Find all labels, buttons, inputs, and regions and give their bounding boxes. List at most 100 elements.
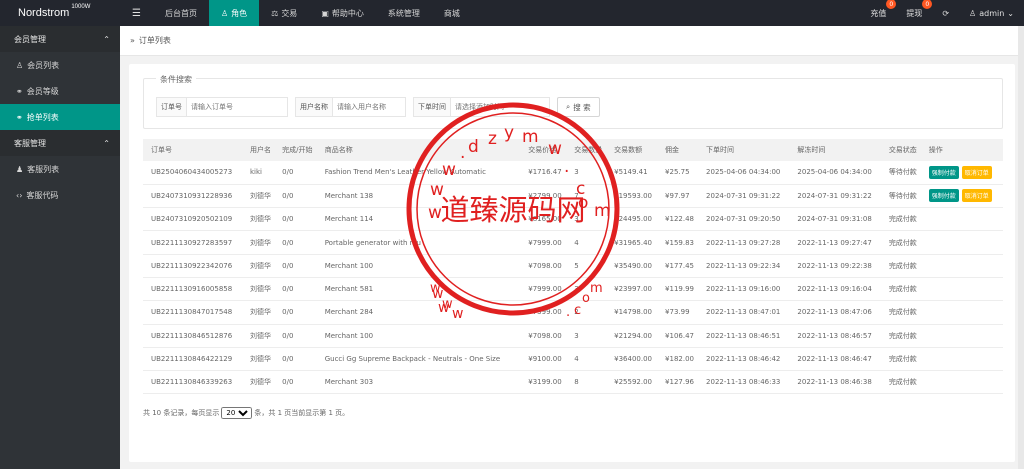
top-right-tools: 充值 0 提现 0 ⟳ ♙ admin ⌄ bbox=[860, 0, 1024, 26]
sidebar-item-order-list[interactable]: ⚭ 抢单列表 bbox=[0, 104, 120, 130]
table-cell: 2022-11-13 08:47:06 bbox=[789, 300, 881, 325]
table-cell: 2 bbox=[566, 300, 607, 325]
sidebar-group-members[interactable]: 会员管理 ⌃ bbox=[0, 26, 120, 52]
order-number-field: 订单号 bbox=[156, 97, 288, 117]
table-cell-actions bbox=[920, 254, 1003, 278]
sidebar-item-member-level[interactable]: ⚭ 会员等级 bbox=[0, 78, 120, 104]
sidebar-item-service-list[interactable]: ♟ 客服列表 bbox=[0, 156, 120, 182]
cancel-order-button[interactable]: 取消订单 bbox=[961, 165, 992, 179]
search-legend: 条件搜索 bbox=[156, 74, 196, 85]
table-cell: 3 bbox=[566, 161, 607, 185]
withdraw-link[interactable]: 提现 0 bbox=[896, 0, 933, 26]
table-cell: 0/0 bbox=[274, 324, 317, 348]
column-header: 下单时间 bbox=[698, 139, 790, 161]
brand-logo[interactable]: Nordstrom 1000W bbox=[0, 0, 120, 26]
help-icon: ▣ bbox=[321, 8, 329, 18]
order-number-input[interactable] bbox=[187, 98, 287, 116]
table-cell: 等待付款 bbox=[880, 161, 921, 185]
table-cell: 2022-11-13 08:46:38 bbox=[789, 370, 881, 395]
table-cell: Merchant 303 bbox=[316, 370, 521, 395]
search-fields: 订单号 用户名称 下单时间 ⌕搜 索 bbox=[156, 97, 600, 117]
table-cell: 2022-11-13 08:46:51 bbox=[698, 324, 790, 348]
table-row: UB2211130846422129 刘德华 0/0 Gucci Gg Supreme… bbox=[143, 347, 1003, 372]
table-cell: 2024-07-31 09:31:22 bbox=[789, 184, 881, 209]
force-pay-button[interactable]: 强制付款 bbox=[928, 189, 959, 203]
table-cell: 完成付款 bbox=[880, 370, 921, 395]
nav-mall[interactable]: 商城 bbox=[432, 0, 472, 26]
table-cell: Merchant 581 bbox=[316, 277, 521, 302]
link-icon: ⚭ bbox=[16, 86, 23, 96]
table-cell: 完成付款 bbox=[880, 300, 921, 325]
table-cell: 刘德华 bbox=[241, 230, 275, 255]
table-cell: 3 bbox=[566, 324, 607, 348]
table-row: UB2211130927283597 刘德华 0/0 Portable generat… bbox=[143, 230, 1003, 255]
top-nav: 后台首页 ♙ 角色 ⚖ 交易 ▣ 帮助中心 系统管理 商城 bbox=[153, 0, 472, 26]
table-cell: 完成付款 bbox=[880, 347, 921, 372]
table-cell: 2022-11-13 08:46:42 bbox=[698, 347, 790, 372]
table-cell: ¥25592.00 bbox=[606, 370, 658, 395]
cancel-order-button[interactable]: 取消订单 bbox=[961, 189, 992, 203]
column-header: 操作 bbox=[920, 139, 1003, 161]
table-cell: 刘德华 bbox=[241, 300, 275, 325]
table-cell: 刘德华 bbox=[241, 184, 275, 209]
table-cell: 2022-11-13 09:22:38 bbox=[789, 254, 881, 278]
table-cell-actions bbox=[920, 277, 1003, 302]
table-cell: 完成付款 bbox=[880, 230, 921, 255]
table-cell: ¥2799.00 bbox=[520, 184, 567, 209]
nav-system[interactable]: 系统管理 bbox=[376, 0, 432, 26]
scrollbar[interactable] bbox=[1018, 26, 1024, 469]
table-cell: ¥97.97 bbox=[657, 184, 699, 209]
table-cell: Merchant 100 bbox=[316, 254, 521, 278]
table-cell-actions: 强制付款 取消订单 bbox=[920, 184, 1003, 209]
table-cell: ¥182.00 bbox=[657, 347, 699, 372]
table-cell: ¥7999.00 bbox=[520, 230, 567, 255]
table-cell: UB2407310931228936 bbox=[143, 184, 242, 209]
nav-home[interactable]: 后台首页 bbox=[153, 0, 209, 26]
double-chevron-icon: » bbox=[130, 36, 135, 45]
table-body: UB2504060434005273 kiki 0/0 Fashion Trend M… bbox=[143, 161, 1003, 395]
table-cell: Merchant 138 bbox=[316, 184, 521, 209]
table-cell: 刘德华 bbox=[241, 324, 275, 348]
table-cell: 2022-11-13 09:22:34 bbox=[698, 254, 790, 278]
force-pay-button[interactable]: 强制付款 bbox=[928, 165, 959, 179]
nav-role[interactable]: ♙ 角色 bbox=[208, 0, 260, 26]
brand-name: Nordstrom bbox=[18, 7, 70, 19]
table-cell: UB2211130846339263 bbox=[143, 370, 242, 395]
table-cell-actions bbox=[920, 370, 1003, 395]
order-card: 条件搜索 订单号 用户名称 下单时间 ⌕搜 索 订单号用户名完成/开始商品名称交… bbox=[129, 64, 1015, 462]
user-menu[interactable]: ♙ admin ⌄ bbox=[959, 0, 1024, 26]
search-button[interactable]: ⌕ 搜 索 bbox=[557, 97, 600, 117]
chevron-up-icon: ⌃ bbox=[103, 34, 110, 44]
table-cell: 完成付款 bbox=[880, 207, 921, 232]
order-time-input[interactable] bbox=[451, 98, 549, 116]
username-input[interactable] bbox=[333, 98, 405, 116]
table-cell: ¥36400.00 bbox=[606, 347, 658, 372]
table-cell: 8 bbox=[566, 370, 607, 395]
sidebar-item-member-list[interactable]: ♙ 会员列表 bbox=[0, 52, 120, 78]
table-cell: ¥7999.00 bbox=[520, 277, 567, 302]
nav-help[interactable]: ▣ 帮助中心 bbox=[309, 0, 376, 26]
table-cell: Gucci Gg Supreme Backpack - Neutrals - O… bbox=[316, 347, 521, 372]
table-cell: Merchant 114 bbox=[316, 207, 521, 232]
table-cell: 2022-11-13 08:46:33 bbox=[698, 370, 790, 395]
per-page-select[interactable]: 20 bbox=[221, 407, 253, 419]
table-cell: ¥31965.40 bbox=[606, 230, 658, 255]
recharge-link[interactable]: 充值 0 bbox=[860, 0, 897, 26]
table-cell-actions bbox=[920, 300, 1003, 325]
table-cell: 2022-11-13 08:46:57 bbox=[789, 324, 881, 348]
table-cell: 4 bbox=[566, 347, 607, 372]
column-header: 交易价格 bbox=[520, 139, 567, 161]
order-time-field: 下单时间 bbox=[413, 97, 550, 117]
menu-toggle-icon[interactable]: ☰ bbox=[120, 0, 153, 26]
sidebar-group-service[interactable]: 客服管理 ⌃ bbox=[0, 130, 120, 156]
table-row: UB2211130922342076 刘德华 0/0 Merchant 100 ¥709… bbox=[143, 254, 1003, 278]
table-cell: Merchant 100 bbox=[316, 324, 521, 348]
search-icon: ⌕ bbox=[566, 102, 571, 111]
sidebar-item-service-code[interactable]: ‹› 客服代码 bbox=[0, 182, 120, 208]
table-cell: 0/0 bbox=[274, 300, 317, 325]
refresh-icon[interactable]: ⟳ bbox=[932, 0, 959, 26]
username-field: 用户名称 bbox=[295, 97, 406, 117]
nav-trade[interactable]: ⚖ 交易 bbox=[259, 0, 309, 26]
main-content: »订单列表 条件搜索 订单号 用户名称 下单时间 ⌕搜 索 订单号用户名完成/开… bbox=[120, 26, 1024, 469]
table-cell: ¥119.99 bbox=[657, 277, 699, 302]
